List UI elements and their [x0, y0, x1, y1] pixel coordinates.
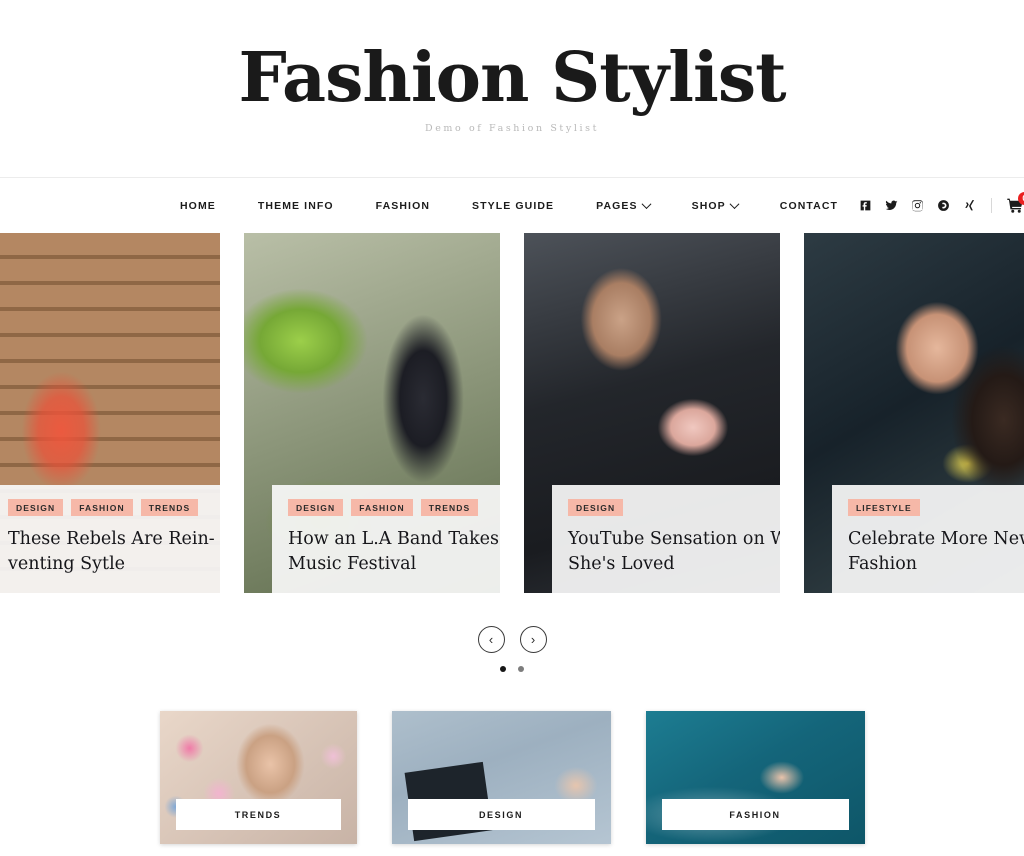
slide-overlay: DESIGN FASHION TRENDS These Rebels Are R…: [0, 485, 220, 593]
slide-title-line: Celebrate More NewYork: [848, 529, 1024, 550]
slide-tags: DESIGN: [568, 499, 764, 517]
slide-title-line: Music Festival: [288, 554, 417, 575]
nav-item-label: FASHION: [375, 199, 431, 212]
nav-item-label: PAGES: [596, 199, 638, 212]
slider-dot[interactable]: [500, 666, 506, 672]
slider-dot[interactable]: [518, 666, 524, 672]
slide-item[interactable]: DESIGN FASHION TRENDS How an L.A Band Ta…: [244, 233, 500, 593]
slide-title-line: These Rebels Are Rein-: [8, 529, 215, 550]
xing-icon[interactable]: [963, 199, 976, 212]
facebook-icon[interactable]: [859, 199, 872, 212]
nav-social-and-cart: 0: [859, 192, 1024, 213]
category-label: FASHION: [661, 799, 849, 830]
chevron-right-icon: ›: [530, 632, 536, 647]
nav-menu: HOME THEME INFO FASHION STYLE GUIDE PAGE…: [180, 199, 859, 212]
tag-badge[interactable]: LIFESTYLE: [848, 499, 920, 517]
nav-item-theme-info[interactable]: THEME INFO: [237, 200, 355, 212]
slide-tags: LIFESTYLE: [848, 499, 1024, 517]
nav-item-home[interactable]: HOME: [180, 200, 237, 212]
site-tagline: Demo of Fashion Stylist: [424, 122, 599, 134]
chevron-down-icon: [729, 199, 740, 210]
slide-overlay: DESIGN YouTube Sensation on Why She's Lo…: [552, 485, 780, 593]
nav-item-pages[interactable]: PAGES: [575, 199, 670, 212]
chevron-left-icon: ‹: [488, 632, 494, 647]
slide-item[interactable]: DESIGN FASHION TRENDS These Rebels Are R…: [0, 233, 220, 593]
tag-badge[interactable]: TRENDS: [140, 499, 199, 517]
twitter-icon[interactable]: [885, 199, 898, 212]
chevron-down-icon: [641, 199, 652, 210]
slide-title[interactable]: How an L.A Band Takes Music Festival: [288, 527, 499, 577]
instagram-icon[interactable]: [911, 199, 924, 212]
tag-badge[interactable]: FASHION: [71, 499, 133, 517]
site-header: Fashion Stylist Demo of Fashion Stylist: [0, 0, 1024, 178]
slide-overlay: DESIGN FASHION TRENDS How an L.A Band Ta…: [272, 485, 500, 593]
slide-title-line: How an L.A Band Takes: [288, 529, 500, 550]
category-card-design[interactable]: DESIGN: [391, 711, 611, 844]
slide-overlay: LIFESTYLE Celebrate More NewYork Fashion: [832, 485, 1024, 593]
nav-item-label: HOME: [180, 199, 216, 212]
tag-badge[interactable]: FASHION: [351, 499, 413, 517]
slider-pagination-dots: [500, 666, 524, 672]
tag-badge[interactable]: DESIGN: [288, 499, 344, 517]
nav-divider: [991, 198, 993, 213]
slide-tags: DESIGN FASHION TRENDS: [288, 499, 484, 517]
tag-badge[interactable]: DESIGN: [568, 499, 624, 517]
slider-track: DESIGN FASHION TRENDS These Rebels Are R…: [0, 233, 1024, 593]
slider-next-button[interactable]: ›: [519, 626, 547, 653]
nav-inner: HOME THEME INFO FASHION STYLE GUIDE PAGE…: [0, 192, 1024, 213]
nav-item-label: THEME INFO: [257, 199, 334, 212]
slide-title-line: YouTube Sensation on Why: [568, 529, 780, 550]
nav-item-label: CONTACT: [779, 199, 839, 212]
nav-item-contact[interactable]: CONTACT: [759, 200, 859, 212]
slider-prev-button[interactable]: ‹: [477, 626, 505, 653]
nav-item-shop[interactable]: SHOP: [671, 199, 759, 212]
category-card-fashion[interactable]: FASHION: [645, 711, 865, 844]
slide-title-line: Fashion: [848, 554, 918, 575]
slider-arrows: ‹ ›: [477, 626, 547, 653]
cart-button[interactable]: 0: [1007, 192, 1024, 213]
category-label: DESIGN: [407, 799, 595, 830]
slide-item[interactable]: LIFESTYLE Celebrate More NewYork Fashion: [804, 233, 1024, 593]
slide-title[interactable]: YouTube Sensation on Why She's Loved: [568, 527, 780, 577]
slide-title[interactable]: These Rebels Are Rein- venting Sytle: [8, 527, 215, 577]
category-card-trends[interactable]: TRENDS: [159, 711, 357, 844]
site-title[interactable]: Fashion Stylist: [238, 42, 786, 114]
slider-controls: ‹ ›: [0, 626, 1024, 672]
nav-item-fashion[interactable]: FASHION: [355, 200, 451, 212]
featured-posts-slider: DESIGN FASHION TRENDS These Rebels Are R…: [0, 233, 1024, 593]
nav-item-label: SHOP: [691, 199, 726, 212]
tag-badge[interactable]: TRENDS: [420, 499, 479, 517]
slide-tags: DESIGN FASHION TRENDS: [8, 499, 204, 517]
category-label: TRENDS: [175, 799, 341, 830]
primary-navigation: HOME THEME INFO FASHION STYLE GUIDE PAGE…: [0, 178, 1024, 233]
slide-title-line: She's Loved: [568, 554, 675, 575]
slide-item[interactable]: DESIGN YouTube Sensation on Why She's Lo…: [524, 233, 780, 593]
cart-count-badge: 0: [1018, 192, 1024, 205]
tag-badge[interactable]: DESIGN: [8, 499, 64, 517]
google-plus-icon[interactable]: [937, 199, 950, 212]
nav-item-style-guide[interactable]: STYLE GUIDE: [451, 200, 575, 212]
page-root: Fashion Stylist Demo of Fashion Stylist …: [0, 0, 1024, 856]
slide-title[interactable]: Celebrate More NewYork Fashion: [848, 527, 1024, 577]
slide-title-line: venting Sytle: [8, 554, 126, 575]
nav-item-label: STYLE GUIDE: [472, 199, 555, 212]
category-cards: TRENDS DESIGN FASHION: [0, 711, 1024, 844]
